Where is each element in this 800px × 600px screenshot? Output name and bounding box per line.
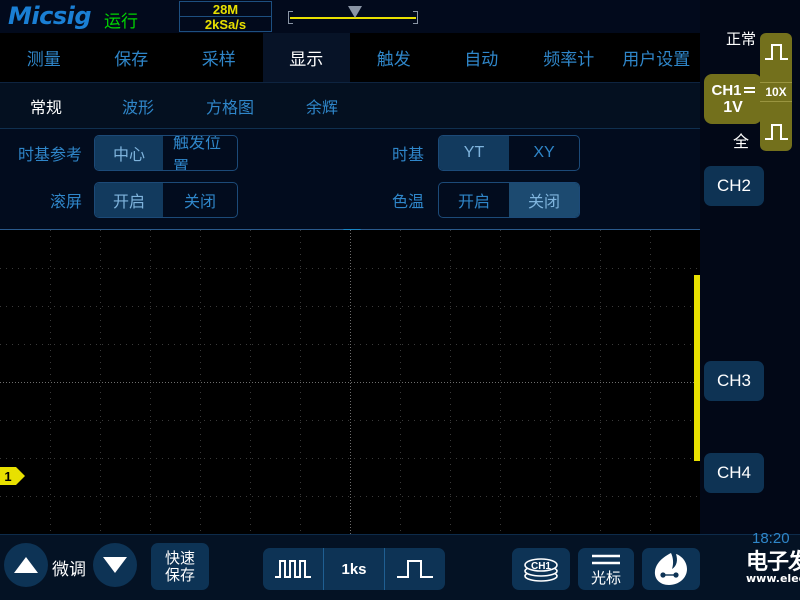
tab-user-settings[interactable]: 用户设置 bbox=[613, 33, 701, 82]
elecfans-logo-icon bbox=[654, 553, 687, 585]
brand-logo: Micsig bbox=[8, 2, 92, 30]
channel1-scale: 1V bbox=[723, 98, 743, 116]
subtab-waveform[interactable]: 波形 bbox=[92, 94, 184, 118]
tab-display[interactable]: 显示 bbox=[262, 33, 350, 82]
timebase-option-xy[interactable]: XY bbox=[509, 136, 579, 170]
oscilloscope-app: Micsig 运行 28M 2kSa/s 测量 保存 采样 显示 触发 自动 频… bbox=[0, 0, 800, 600]
subtab-persistence[interactable]: 余辉 bbox=[276, 94, 368, 118]
setting-timebase-reference: 时基参考 中心 触发位置 bbox=[0, 135, 238, 171]
color-temp-option-off[interactable]: 关闭 bbox=[509, 183, 579, 217]
grid-line-horizontal bbox=[0, 420, 700, 421]
color-temp-label: 色温 bbox=[391, 194, 424, 211]
pulse-icon bbox=[765, 44, 788, 60]
grid-line-horizontal bbox=[0, 496, 700, 497]
quick-save-line1: 快速 bbox=[164, 549, 195, 567]
tab-measure[interactable]: 测量 bbox=[0, 33, 88, 82]
setting-color-temperature: 色温 开启 关闭 bbox=[368, 182, 580, 218]
memory-position-bar[interactable] bbox=[288, 5, 418, 27]
timebase-ref-option-center[interactable]: 中心 bbox=[95, 136, 163, 170]
grid-line-horizontal bbox=[0, 268, 700, 269]
channel3-button[interactable]: CH3 bbox=[704, 361, 764, 401]
waveform-display[interactable]: 1 bbox=[0, 229, 700, 534]
timebase-ref-option-trigger-pos[interactable]: 触发位置 bbox=[163, 136, 237, 170]
pulse-icon bbox=[765, 124, 788, 140]
timebase-reference-segmented: 中心 触发位置 bbox=[94, 135, 238, 171]
svg-text:CH1: CH1 bbox=[531, 561, 551, 572]
triangle-up-icon bbox=[14, 557, 38, 573]
grid-line-horizontal bbox=[0, 306, 700, 307]
color-temp-option-on[interactable]: 开启 bbox=[439, 183, 509, 217]
roll-option-on[interactable]: 开启 bbox=[95, 183, 163, 217]
record-length-value[interactable]: 1ks bbox=[323, 548, 384, 590]
acquisition-info-box[interactable]: 28M 2kSa/s bbox=[179, 1, 272, 32]
channel1-ground-marker[interactable]: 1 bbox=[0, 467, 25, 485]
timebase-reference-label: 时基参考 bbox=[17, 147, 82, 164]
timebase-option-yt[interactable]: YT bbox=[439, 136, 509, 170]
tab-counter[interactable]: 频率计 bbox=[525, 33, 613, 82]
graticule-grid bbox=[0, 230, 700, 534]
timebase-mode-label: 时基 bbox=[391, 147, 424, 164]
increase-button[interactable] bbox=[4, 543, 48, 587]
channel1-name: CH1 bbox=[711, 81, 742, 99]
timebase-zoom-in-button[interactable] bbox=[384, 548, 445, 590]
display-settings-panel: 时基参考 中心 触发位置 滚屏 开启 关闭 时基 YT XY 色温 开启 关闭 bbox=[0, 129, 700, 229]
memory-depth-value: 28M bbox=[180, 2, 271, 17]
display-subtabbar: 常规 波形 方格图 余辉 bbox=[0, 83, 700, 129]
channel1-button[interactable]: CH1 1V bbox=[704, 74, 762, 124]
cursor-label: 光标 bbox=[590, 569, 621, 587]
triangle-down-icon bbox=[103, 557, 127, 573]
fine-adjust-label[interactable]: 微调 bbox=[52, 555, 86, 580]
right-sidebar: 正常 CH1 1V 全 10X CH2 CH3 CH4 bbox=[700, 0, 800, 534]
grid-line-horizontal bbox=[0, 458, 700, 459]
setting-timebase-mode: 时基 YT XY bbox=[368, 135, 580, 171]
tab-auto[interactable]: 自动 bbox=[438, 33, 526, 82]
timebase-zoom-out-button[interactable] bbox=[263, 548, 323, 590]
grid-line-horizontal bbox=[0, 382, 700, 383]
app-logo-button[interactable] bbox=[642, 548, 700, 590]
tab-acquire[interactable]: 采样 bbox=[175, 33, 263, 82]
channel2-button[interactable]: CH2 bbox=[704, 166, 764, 206]
roll-option-off[interactable]: 关闭 bbox=[163, 183, 237, 217]
trigger-arrow-icon[interactable] bbox=[343, 229, 361, 230]
timebase-mode-segmented: YT XY bbox=[438, 135, 580, 171]
memory-bracket-right-icon bbox=[413, 11, 418, 24]
roll-mode-segmented: 开启 关闭 bbox=[94, 182, 238, 218]
run-status-label: 运行 bbox=[104, 12, 138, 31]
decrease-button[interactable] bbox=[93, 543, 137, 587]
tab-trigger[interactable]: 触发 bbox=[350, 33, 438, 82]
subtab-graticule[interactable]: 方格图 bbox=[184, 94, 276, 118]
timebase-control-group: 1ks bbox=[263, 548, 445, 590]
system-clock: 18:20 bbox=[752, 530, 790, 547]
cursor-lines-icon bbox=[592, 554, 620, 564]
pulse-expanded-icon bbox=[397, 560, 433, 578]
channel1-name-row: CH1 bbox=[711, 81, 755, 99]
tab-save[interactable]: 保存 bbox=[88, 33, 176, 82]
trigger-position-marker-icon[interactable] bbox=[348, 6, 362, 18]
grid-line-horizontal bbox=[0, 344, 700, 345]
subtab-general[interactable]: 常规 bbox=[0, 94, 92, 118]
channel4-button[interactable]: CH4 bbox=[704, 453, 764, 493]
setting-roll-mode: 滚屏 开启 关闭 bbox=[0, 182, 238, 218]
roll-mode-label: 滚屏 bbox=[49, 194, 82, 211]
channel-stack-button[interactable]: CH1 bbox=[512, 548, 570, 590]
color-temp-segmented: 开启 关闭 bbox=[438, 182, 580, 218]
quick-save-line2: 保存 bbox=[164, 566, 195, 584]
quick-save-button[interactable]: 快速 保存 bbox=[151, 543, 209, 590]
ch1-stack-icon: CH1 bbox=[524, 558, 558, 582]
probe-ratio-label[interactable]: 10X bbox=[760, 82, 792, 102]
top-header: Micsig 运行 28M 2kSa/s bbox=[0, 0, 700, 33]
sample-rate-value: 2kSa/s bbox=[204, 17, 247, 32]
channel1-probe-panel[interactable]: 10X bbox=[760, 33, 792, 151]
dc-coupling-icon bbox=[743, 86, 755, 95]
main-menu-tabbar: 测量 保存 采样 显示 触发 自动 频率计 用户设置 bbox=[0, 33, 700, 83]
cursor-button[interactable]: 光标 bbox=[578, 548, 634, 590]
pulses-compressed-icon bbox=[275, 560, 311, 578]
